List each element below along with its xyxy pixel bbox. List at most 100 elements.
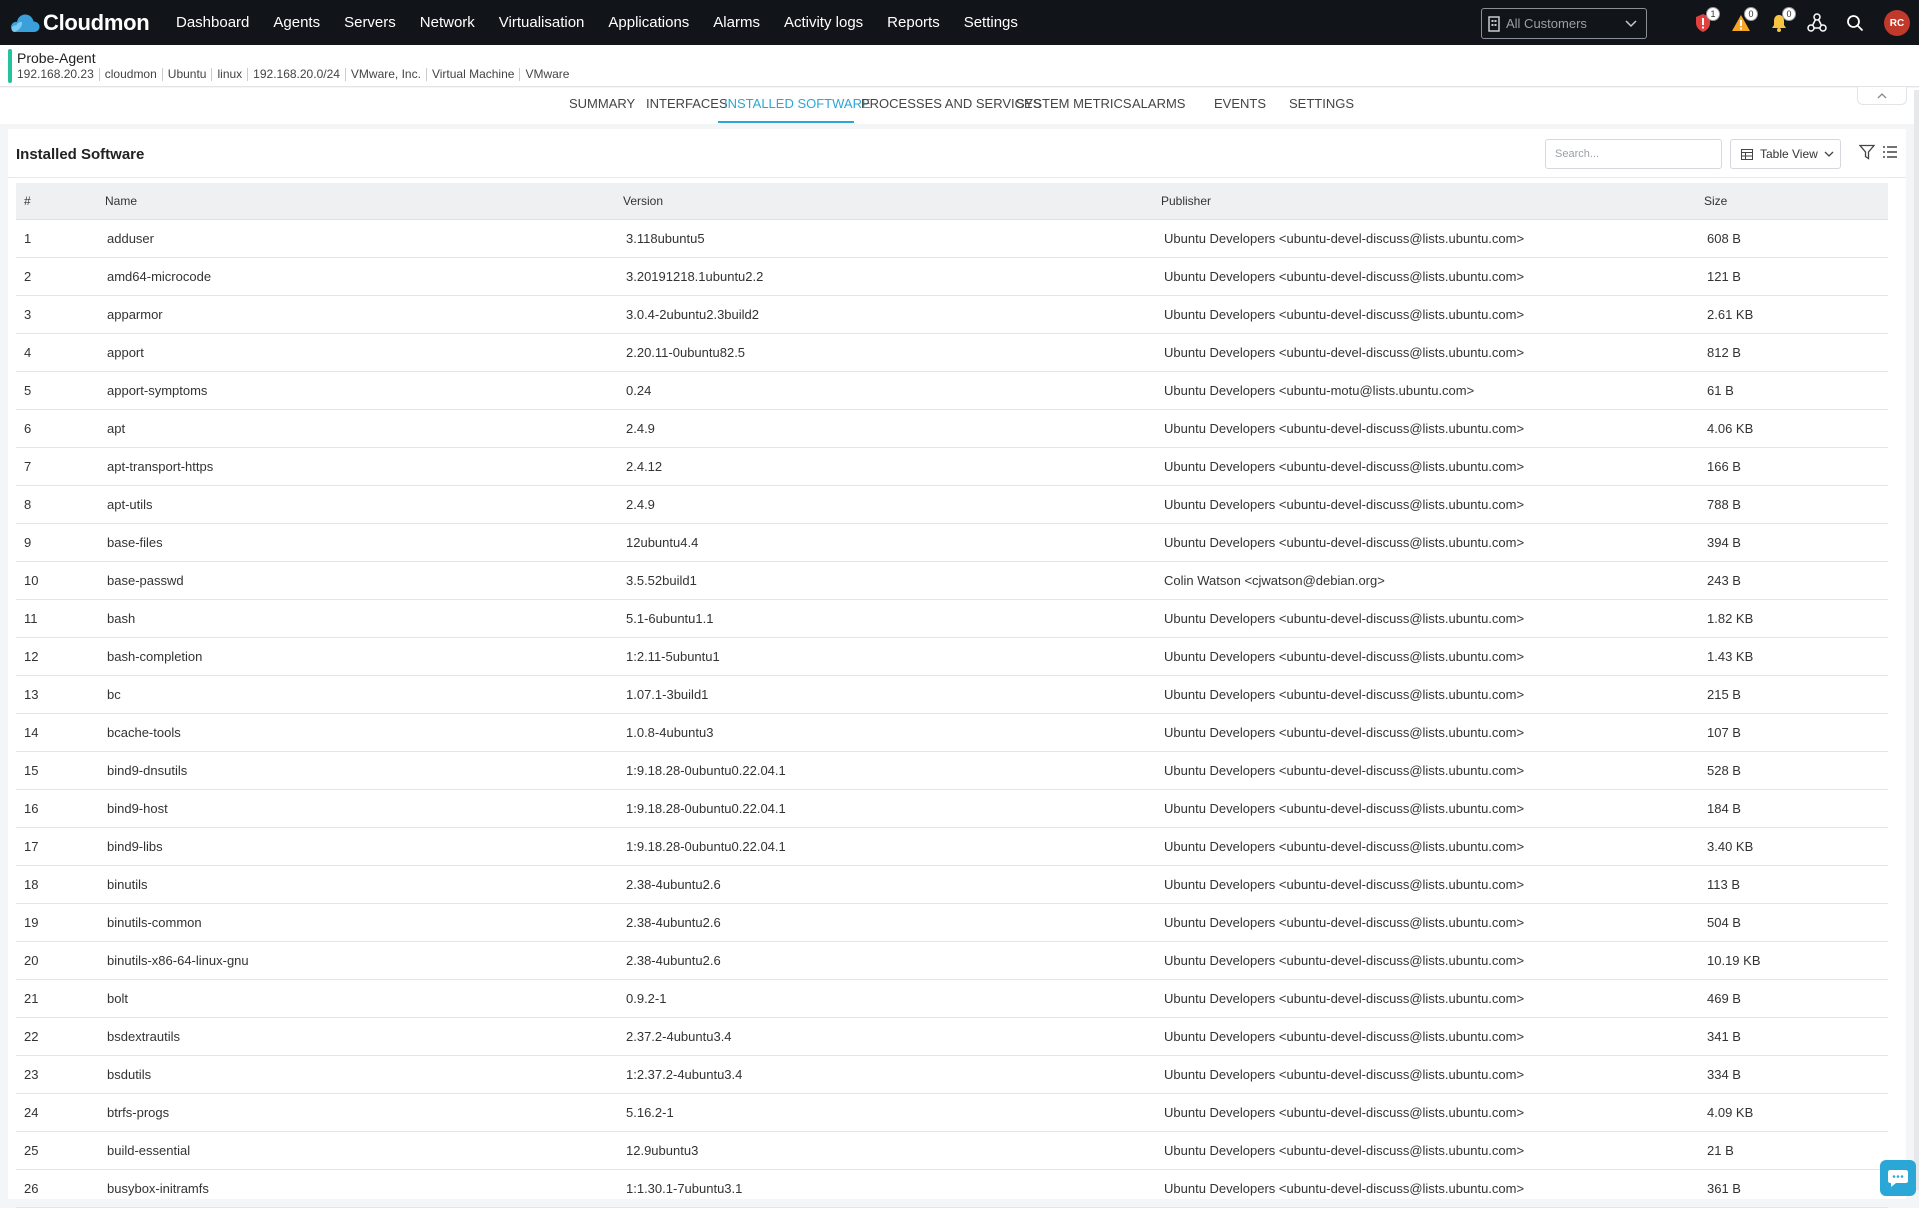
table-row[interactable]: 5 apport-symptoms 0.24 Ubuntu Developers <u…: [16, 372, 1888, 410]
chat-bubble-icon: [1888, 1170, 1908, 1187]
network-nodes-icon: [1807, 12, 1827, 32]
package-name: build-essential: [107, 1143, 191, 1158]
topology-button[interactable]: [1804, 10, 1830, 36]
search-input[interactable]: [1545, 139, 1722, 169]
table-row[interactable]: 10 base-passwd 3.5.52build1 Colin Watson <c…: [16, 562, 1888, 600]
critical-alarms-button[interactable]: 1: [1690, 6, 1720, 36]
package-publisher: Ubuntu Developers <ubuntu-devel-discuss@…: [1164, 649, 1525, 664]
table-row[interactable]: 7 apt-transport-https 2.4.12 Ubuntu Develop…: [16, 448, 1888, 486]
row-index: 4: [24, 345, 32, 360]
nav-reports[interactable]: Reports: [887, 14, 940, 31]
tab-alarms[interactable]: ALARMS: [1132, 96, 1185, 111]
column-header-version[interactable]: Version: [623, 194, 663, 208]
table-row[interactable]: 8 apt-utils 2.4.9 Ubuntu Developers <ubuntu…: [16, 486, 1888, 524]
column-header-index[interactable]: #: [24, 194, 31, 208]
user-avatar[interactable]: RC: [1884, 10, 1910, 36]
package-version: 2.38-4ubuntu2.6: [626, 877, 721, 892]
package-size: 4.06 KB: [1707, 421, 1754, 436]
package-size: 21 B: [1707, 1143, 1734, 1158]
tab-settings[interactable]: SETTINGS: [1289, 96, 1354, 111]
package-name: bsdextrautils: [107, 1029, 180, 1044]
tab-processes-and-services[interactable]: PROCESSES AND SERVICES: [861, 96, 1041, 111]
table-row[interactable]: 17 bind9-libs 1:9.18.28-0ubuntu0.22.04.1 Ub…: [16, 828, 1888, 866]
tab-installed-software[interactable]: INSTALLED SOFTWARE: [724, 96, 871, 111]
notifications-button[interactable]: 0: [1766, 6, 1796, 36]
package-size: 184 B: [1707, 801, 1741, 816]
package-name: bsdutils: [107, 1067, 152, 1082]
package-size: 113 B: [1707, 877, 1741, 892]
table-row[interactable]: 1 adduser 3.118ubuntu5 Ubuntu Developers <u…: [16, 220, 1888, 258]
package-name: amd64-microcode: [107, 269, 212, 284]
collapse-header-button[interactable]: [1857, 87, 1907, 105]
tab-system-metrics[interactable]: SYSTEM METRICS: [1016, 96, 1132, 111]
nav-virtualisation[interactable]: Virtualisation: [499, 14, 585, 31]
table-row[interactable]: 13 bc 1.07.1-3build1 Ubuntu Developers <ubu…: [16, 676, 1888, 714]
table-row[interactable]: 14 bcache-tools 1.0.8-4ubuntu3 Ubuntu Devel…: [16, 714, 1888, 752]
package-name: binutils-common: [107, 915, 202, 930]
tab-summary[interactable]: SUMMARY: [569, 96, 635, 111]
row-index: 25: [24, 1143, 39, 1158]
column-header-publisher[interactable]: Publisher: [1161, 194, 1211, 208]
column-header-size[interactable]: Size: [1704, 194, 1727, 208]
table-row[interactable]: 16 bind9-host 1:9.18.28-0ubuntu0.22.04.1 Ub…: [16, 790, 1888, 828]
nav-dashboard[interactable]: Dashboard: [176, 14, 249, 31]
agent-status-bar: [8, 49, 12, 83]
table-row[interactable]: 12 bash-completion 1:2.11-5ubuntu1 Ubuntu D…: [16, 638, 1888, 676]
nav-settings[interactable]: Settings: [964, 14, 1018, 31]
package-publisher: Ubuntu Developers <ubuntu-devel-discuss@…: [1164, 421, 1525, 436]
column-header-name[interactable]: Name: [105, 194, 137, 208]
table-row[interactable]: 23 bsdutils 1:2.37.2-4ubuntu3.4 Ubuntu Deve…: [16, 1056, 1888, 1094]
global-search-button[interactable]: [1842, 10, 1868, 36]
table-row[interactable]: 24 btrfs-progs 5.16.2-1 Ubuntu Developers <…: [16, 1094, 1888, 1132]
nav-network[interactable]: Network: [420, 14, 475, 31]
row-index: 18: [24, 877, 39, 892]
table-header: # Name Version Publisher Size: [16, 183, 1888, 220]
table-row[interactable]: 19 binutils-common 2.38-4ubuntu2.6 Ubuntu D…: [16, 904, 1888, 942]
notifications-badge: 0: [1782, 6, 1796, 21]
table-row[interactable]: 9 base-files 12ubuntu4.4 Ubuntu Developers …: [16, 524, 1888, 562]
row-index: 9: [24, 535, 32, 550]
package-size: 61 B: [1707, 383, 1734, 398]
table-row[interactable]: 11 bash 5.1-6ubuntu1.1 Ubuntu Developers <u…: [16, 600, 1888, 638]
table-row[interactable]: 18 binutils 2.38-4ubuntu2.6 Ubuntu Develope…: [16, 866, 1888, 904]
package-version: 2.4.9: [626, 421, 655, 436]
table-row[interactable]: 3 apparmor 3.0.4-2ubuntu2.3build2 Ubuntu De…: [16, 296, 1888, 334]
package-publisher: Ubuntu Developers <ubuntu-devel-discuss@…: [1164, 1067, 1525, 1082]
package-version: 2.20.11-0ubuntu82.5: [626, 345, 746, 360]
package-publisher: Ubuntu Developers <ubuntu-devel-discuss@…: [1164, 953, 1525, 968]
package-version: 1:1.30.1-7ubuntu3.1: [626, 1181, 743, 1196]
tab-interfaces[interactable]: INTERFACES: [646, 96, 728, 111]
nav-applications[interactable]: Applications: [608, 14, 689, 31]
package-publisher: Ubuntu Developers <ubuntu-devel-discuss@…: [1164, 1181, 1525, 1196]
nav-agents[interactable]: Agents: [273, 14, 320, 31]
table-row[interactable]: 20 binutils-x86-64-linux-gnu 2.38-4ubuntu2…: [16, 942, 1888, 980]
tab-events[interactable]: EVENTS: [1214, 96, 1266, 111]
table-row[interactable]: 6 apt 2.4.9 Ubuntu Developers <ubuntu-devel…: [16, 410, 1888, 448]
cloudmon-logo[interactable]: Cloudmon: [9, 10, 159, 36]
package-version: 2.37.2-4ubuntu3.4: [626, 1029, 732, 1044]
table-row[interactable]: 2 amd64-microcode 3.20191218.1ubuntu2.2 Ubu…: [16, 258, 1888, 296]
table-row[interactable]: 26 busybox-initramfs 1:1.30.1-7ubuntu3.1 Ub…: [16, 1170, 1888, 1208]
table-row[interactable]: 4 apport 2.20.11-0ubuntu82.5 Ubuntu Develop…: [16, 334, 1888, 372]
nav-activity-logs[interactable]: Activity logs: [784, 14, 863, 31]
agent-name: Probe-Agent: [17, 50, 96, 66]
filter-icon[interactable]: [1859, 144, 1875, 160]
nav-servers[interactable]: Servers: [344, 14, 396, 31]
customer-select[interactable]: All Customers: [1481, 8, 1647, 39]
package-publisher: Colin Watson <cjwatson@debian.org>: [1164, 573, 1385, 588]
table-row[interactable]: 15 bind9-dnsutils 1:9.18.28-0ubuntu0.22.04…: [16, 752, 1888, 790]
package-publisher: Ubuntu Developers <ubuntu-devel-discuss@…: [1164, 877, 1525, 892]
package-version: 2.4.12: [626, 459, 663, 474]
view-select[interactable]: Table View: [1730, 139, 1841, 169]
table-row[interactable]: 22 bsdextrautils 2.37.2-4ubuntu3.4 Ubuntu D…: [16, 1018, 1888, 1056]
row-index: 8: [24, 497, 32, 512]
table-row[interactable]: 21 bolt 0.9.2-1 Ubuntu Developers <ubuntu-d…: [16, 980, 1888, 1018]
column-settings-icon[interactable]: [1882, 145, 1898, 159]
table-row[interactable]: 25 build-essential 12.9ubuntu3 Ubuntu Devel…: [16, 1132, 1888, 1170]
chat-support-button[interactable]: [1880, 1160, 1916, 1196]
installed-software-panel: Installed Software Table View # Name Ver…: [8, 129, 1906, 1208]
nav-alarms[interactable]: Alarms: [713, 14, 760, 31]
warnings-button[interactable]: 0: [1728, 6, 1758, 36]
page-scrollbar[interactable]: [1914, 90, 1919, 1190]
package-publisher: Ubuntu Developers <ubuntu-devel-discuss@…: [1164, 269, 1525, 284]
